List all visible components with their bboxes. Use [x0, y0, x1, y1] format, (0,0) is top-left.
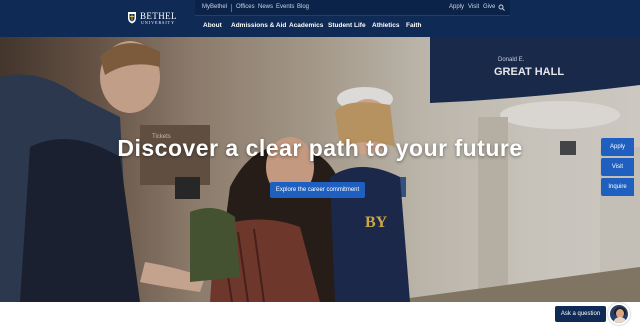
utility-link-news[interactable]: News	[258, 4, 273, 10]
hero-section: Donald E. GREAT HALL Tickets BY Discover…	[0, 37, 640, 302]
site-header: BETHEL UNIVERSITY MyBethel Offices News …	[0, 0, 640, 37]
nav-faith[interactable]: Faith	[406, 22, 422, 29]
mybethel-link[interactable]: MyBethel	[202, 4, 227, 10]
utility-action-visit[interactable]: Visit	[468, 4, 479, 10]
utility-link-blog[interactable]: Blog	[297, 4, 309, 10]
ask-a-question-button[interactable]: Ask a question	[555, 306, 606, 322]
utility-bar: MyBethel Offices News Events Blog Apply …	[195, 0, 510, 16]
hero-overlay	[0, 37, 640, 302]
brand-subtitle: UNIVERSITY	[141, 20, 175, 25]
avatar-body	[613, 317, 627, 323]
nav-athletics[interactable]: Athletics	[372, 22, 399, 29]
nav-academics[interactable]: Academics	[289, 22, 323, 29]
bethel-logo[interactable]: BETHEL UNIVERSITY	[127, 11, 185, 25]
utility-link-offices[interactable]: Offices	[236, 4, 255, 10]
side-inquire-button[interactable]: Inquire	[601, 178, 634, 196]
utility-link-events[interactable]: Events	[276, 4, 294, 10]
hero-headline: Discover a clear path to your future	[117, 135, 523, 161]
utility-divider	[231, 4, 232, 12]
nav-student-life[interactable]: Student Life	[328, 22, 366, 29]
utility-action-give[interactable]: Give	[483, 4, 495, 10]
advisor-avatar[interactable]	[608, 303, 630, 325]
side-visit-button[interactable]: Visit	[601, 158, 634, 176]
utility-action-apply[interactable]: Apply	[449, 4, 464, 10]
nav-admissions-aid[interactable]: Admissions & Aid	[231, 22, 286, 29]
side-apply-button[interactable]: Apply	[601, 138, 634, 156]
shield-crest-icon	[128, 12, 136, 24]
explore-career-commitment-button[interactable]: Explore the career commitment	[270, 182, 365, 198]
nav-about[interactable]: About	[203, 22, 222, 29]
search-icon[interactable]	[498, 4, 505, 11]
